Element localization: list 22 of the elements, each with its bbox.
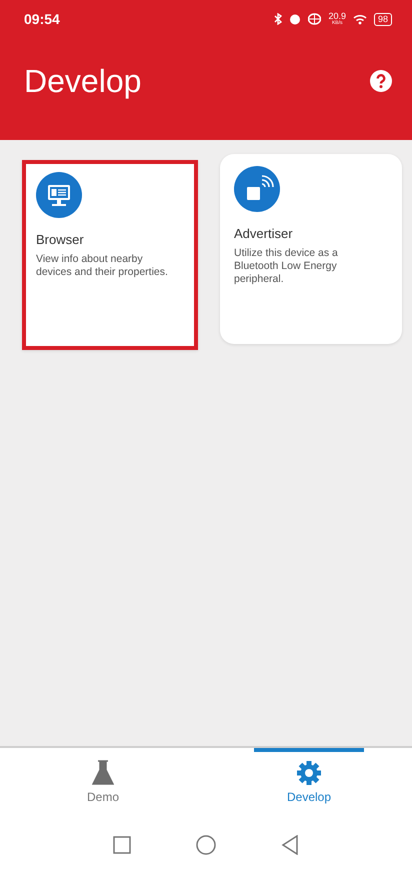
- flask-icon: [92, 760, 114, 786]
- recents-icon[interactable]: [112, 836, 131, 854]
- card-description: View info about nearby devices and their properties.: [36, 253, 169, 280]
- broadcast-icon: [234, 166, 280, 212]
- nav-tab[interactable]: Demo: [48, 748, 158, 820]
- card-title: Browser: [36, 232, 85, 247]
- settings-icon: [296, 760, 322, 786]
- monitor-icon: [36, 172, 82, 218]
- home-icon[interactable]: [196, 835, 216, 855]
- feature-card[interactable]: Advertiser Utilize this device as a Bluetooth Low Energy peripheral.: [220, 154, 402, 344]
- globe-icon: [308, 13, 322, 25]
- card-title: Advertiser: [234, 226, 294, 241]
- battery-level: 98: [374, 12, 392, 26]
- status-time: 09:54: [24, 11, 60, 27]
- help-icon[interactable]: [370, 70, 392, 92]
- bluetooth-icon: [274, 13, 282, 25]
- feature-card[interactable]: Browser View info about nearby devices and their properties.: [22, 160, 198, 350]
- card-description: Utilize this device as a Bluetooth Low Energy peripheral.: [234, 247, 339, 286]
- wifi-icon: [352, 14, 367, 24]
- page-title: Develop: [24, 62, 142, 100]
- nav-tab[interactable]: Develop: [254, 748, 364, 820]
- back-icon[interactable]: [281, 835, 300, 855]
